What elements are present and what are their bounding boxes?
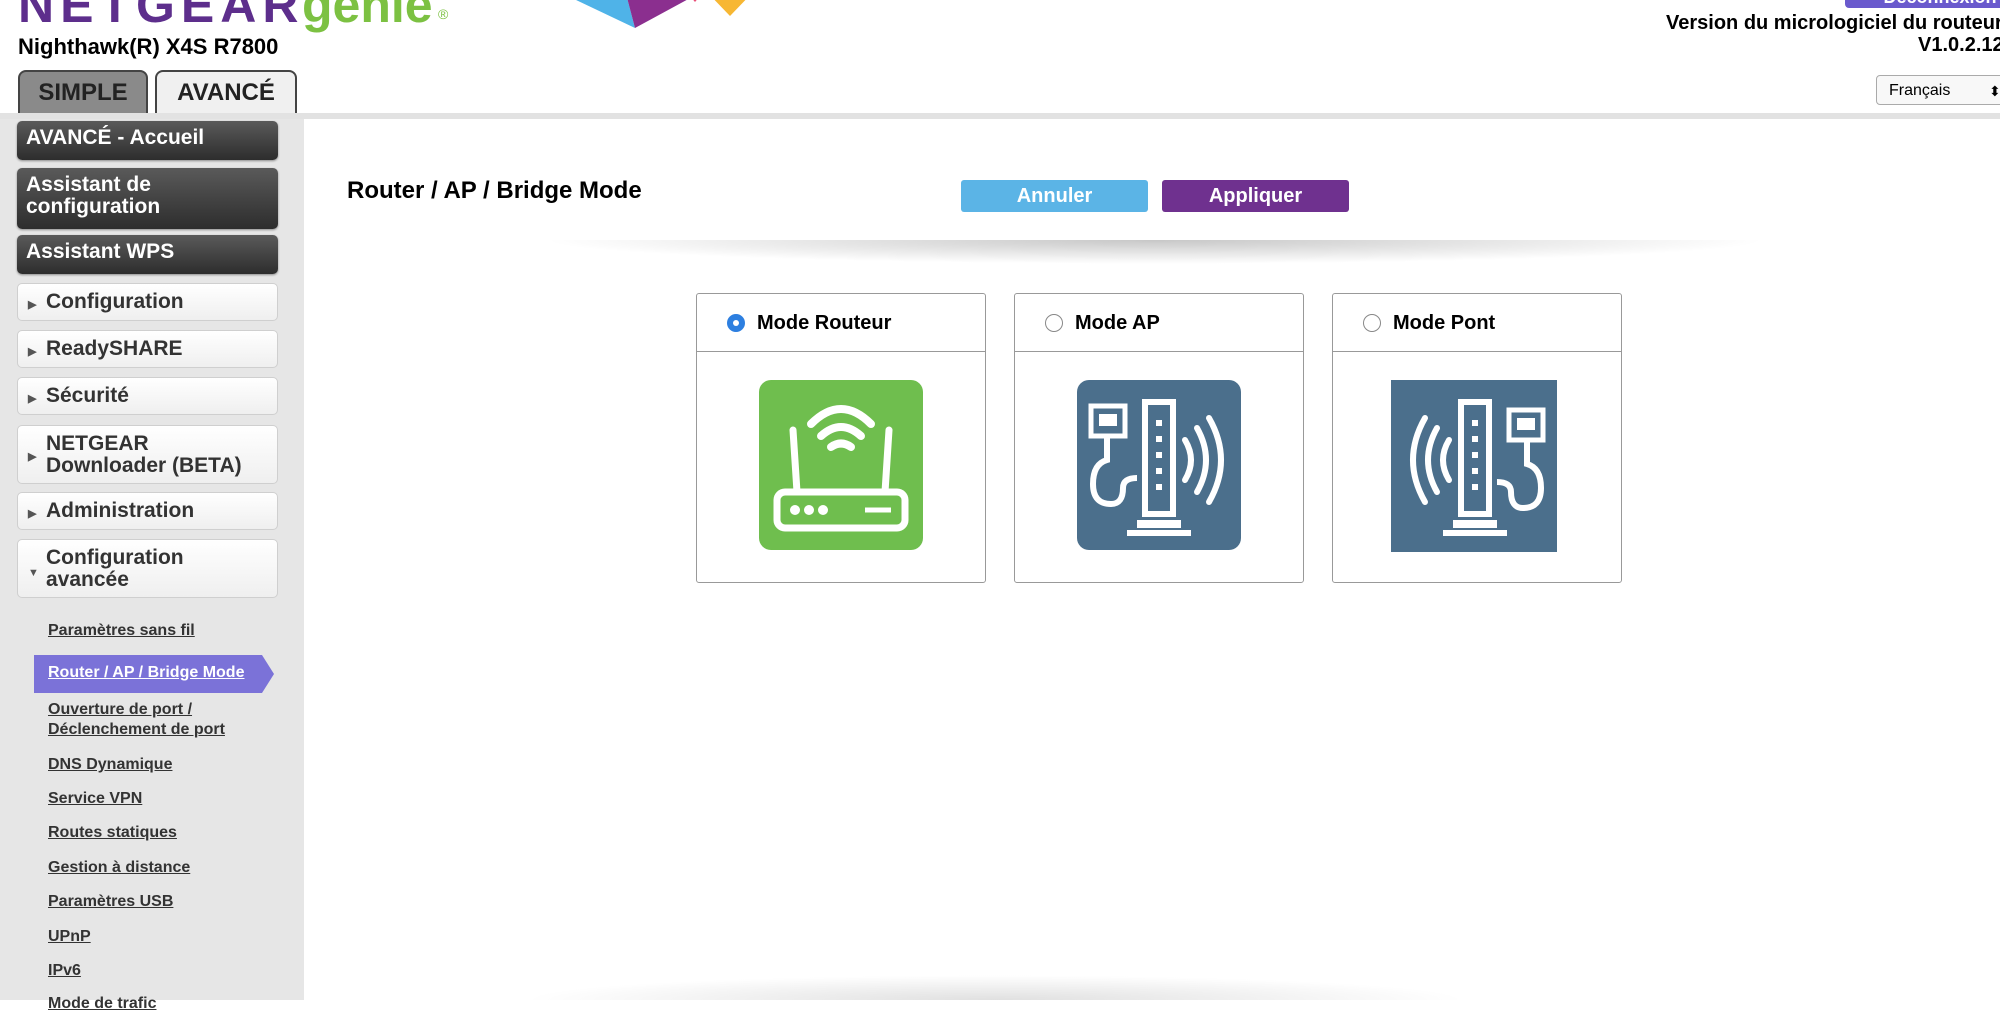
tab-avance[interactable]: AVANCÉ [155,70,297,114]
sidebar-section-downloader[interactable]: ▶ NETGEAR Downloader (BETA) [17,425,278,484]
genie-logo-graphic [576,0,746,28]
sidebar-section-label: Configuration avancée [46,546,184,591]
sidebar-item-router-ap-bridge[interactable]: Router / AP / Bridge Mode [48,664,244,682]
mode-router-label[interactable]: Mode Routeur [757,312,891,335]
mode-card-router[interactable]: Mode Routeur [696,293,986,583]
language-value: Français [1889,82,1951,99]
sidebar-item-port-forwarding[interactable]: Ouverture de port / Déclenchement de por… [48,700,268,740]
mode-ap-label[interactable]: Mode AP [1075,312,1160,335]
sidebar-item-ipv6[interactable]: IPv6 [48,961,81,981]
sidebar-item-wireless-settings[interactable]: Paramètres sans fil [48,621,195,641]
router-icon [759,380,923,550]
mode-ap-radio[interactable] [1045,314,1063,332]
cancel-button[interactable]: Annuler [961,180,1148,212]
sidebar-item-dynamic-dns[interactable]: DNS Dynamique [48,755,172,775]
language-select[interactable]: Français ⬍ [1876,75,2000,105]
sidebar-advanced-home-button[interactable]: AVANCÉ - Accueil [17,121,278,160]
sidebar-section-configuration[interactable]: ▶ Configuration [17,283,278,321]
firmware-version: V1.0.2.12 [1918,34,2000,56]
collapse-triangle-icon: ▼ [28,567,39,579]
mode-card-ap[interactable]: Mode AP [1014,293,1304,583]
expand-triangle-icon: ▶ [28,393,37,405]
mode-bridge-radio[interactable] [1363,314,1381,332]
mode-card-header: Mode Routeur [697,294,985,352]
netgear-logo: NETGEAR [18,0,305,33]
sidebar-item-remote-management[interactable]: Gestion à distance [48,858,190,878]
sidebar-section-administration[interactable]: ▶ Administration [17,492,278,530]
expand-triangle-icon: ▶ [28,508,37,520]
apply-button[interactable]: Appliquer [1162,180,1349,212]
sidebar-item-upnp[interactable]: UPnP [48,927,91,947]
sidebar-setup-wizard-button[interactable]: Assistant de configuration [17,168,278,229]
sidebar-section-label: Configuration [46,290,184,313]
sidebar-item-static-routes[interactable]: Routes statiques [48,823,177,843]
sidebar-section-label: NETGEAR Downloader (BETA) [46,432,242,477]
firmware-label: Version du micrologiciel du routeur [1666,12,2000,34]
content-divider [540,240,1770,264]
router-model: Nighthawk(R) X4S R7800 [18,34,279,59]
expand-triangle-icon: ▶ [28,299,37,311]
sidebar-item-usb-settings[interactable]: Paramètres USB [48,892,173,912]
mode-bridge-label[interactable]: Mode Pont [1393,312,1495,335]
logout-button[interactable]: Déconnexion [1845,0,2000,8]
mode-card-header: Mode AP [1015,294,1303,352]
sidebar-item-vpn-service[interactable]: Service VPN [48,789,142,809]
content-bottom-shadow [520,975,1470,1000]
sidebar-section-security[interactable]: ▶ Sécurité [17,377,278,415]
mode-card-bridge[interactable]: Mode Pont [1332,293,1622,583]
sidebar-wps-wizard-button[interactable]: Assistant WPS [17,235,278,274]
select-arrows-icon: ⬍ [1989,83,2000,99]
bridge-icon [1391,380,1557,552]
sidebar-section-label: ReadySHARE [46,337,183,360]
sidebar-section-readyshare[interactable]: ▶ ReadySHARE [17,330,278,368]
expand-triangle-icon: ▶ [28,451,37,463]
sidebar-section-label: Sécurité [46,384,129,407]
mode-router-radio[interactable] [727,314,745,332]
sidebar-section-label: Administration [46,499,195,522]
sidebar-item-traffic-mode[interactable]: Mode de trafic [48,994,156,1014]
genie-logo: genie [302,0,433,33]
mode-card-header: Mode Pont [1333,294,1621,352]
registered-mark: ® [438,6,449,22]
expand-triangle-icon: ▶ [28,346,37,358]
sidebar-section-advanced-setup[interactable]: ▼ Configuration avancée [17,539,278,598]
access-point-icon [1077,380,1241,550]
tab-simple[interactable]: SIMPLE [18,70,148,114]
page-title: Router / AP / Bridge Mode [347,177,642,204]
